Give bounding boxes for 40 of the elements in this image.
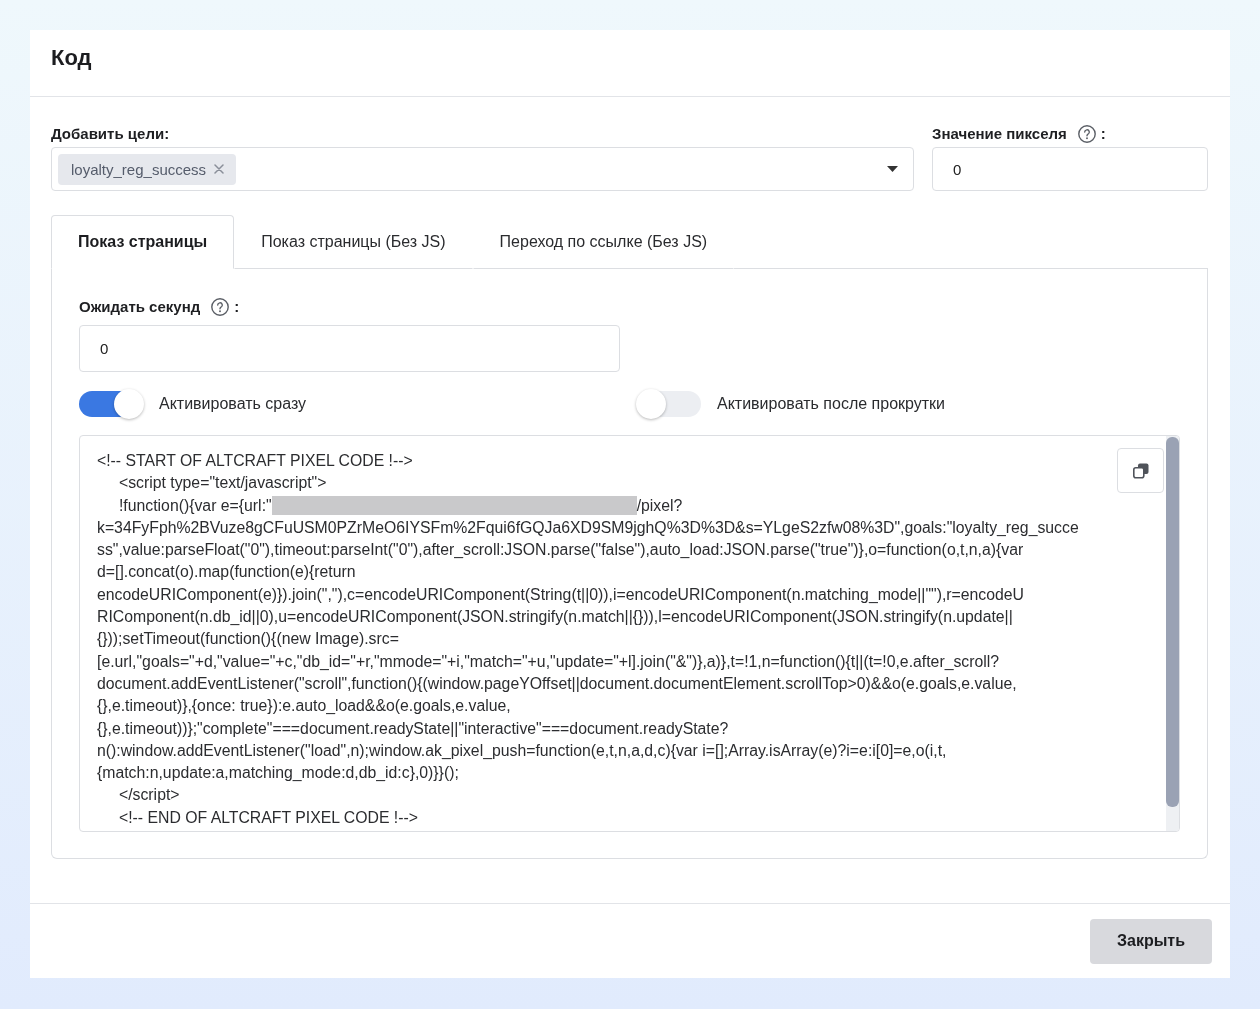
field-label: Значение пикселя (932, 125, 1067, 143)
goals-select[interactable]: loyalty_reg_success (51, 147, 914, 191)
label-colon: : (1100, 125, 1106, 143)
code-line: k=34FyFph%2BVuze8gCFuUSM0PZrMeO6IYSFm%2Fqui6fGQJa6XD9SM9jghQ%3D%3D&s=YLgeS2zfw08%3D",goals:"loyalty_reg_succe (97, 517, 1079, 538)
help-icon[interactable] (211, 298, 230, 316)
code-line: encodeURIComponent(e)}).join(","),c=encodeURIComponent(String(t||0)),i=encodeURIComponent(n.matching_mode||""),r=encodeU (97, 584, 1024, 605)
toggle-label: Активировать сразу (159, 394, 307, 414)
copy-icon[interactable] (1131, 461, 1150, 480)
code-text: /pixel? (636, 495, 683, 516)
close-button[interactable]: Закрыть (1090, 918, 1212, 964)
dialog-title: Код (51, 44, 92, 72)
caret-down-icon (887, 166, 898, 172)
code-line: d=[].concat(o).map(function(e){return (97, 562, 356, 583)
toggle-switch[interactable] (79, 391, 143, 417)
code-line: {},e.timeout)},{once: true}):e.auto_load&&o(e.goals,e.value, (97, 696, 511, 717)
code-line: <!-- START OF ALTCRAFT PIXEL CODE !--> (97, 451, 413, 471)
code-line: n():window.addEventListener("load",n);window.ak_pixel_push=function(e,t,n,a,d,c){var i=[];Array.isArray(e)?i=e:i[0]=e,o(i,t, (97, 740, 947, 761)
code-line: {}));setTimeout(function(){(new Image).src= (97, 629, 399, 650)
remove-icon[interactable] (214, 164, 225, 174)
tag-chip[interactable]: loyalty_reg_success (58, 153, 237, 185)
code-text: !function(){var e={url:" (117, 495, 272, 516)
code-line: <!-- END OF ALTCRAFT PIXEL CODE !--> (117, 807, 418, 828)
code-line: ss",value:parseFloat("0"),timeout:parseInt("0"),after_scroll:JSON.parse("false"),auto_load:JSON.parse("true")},o=function(o,t,n,a){var (97, 540, 1024, 561)
field-label: Добавить цели: (51, 125, 170, 143)
field-label: Ожидать секунд (79, 298, 201, 316)
code-line: </script> (117, 785, 180, 806)
pixel-value-input[interactable]: 0 (932, 147, 1208, 191)
code-line: {},e.timeout))};"complete"===document.readyState||"interactive"===document.readyState? (97, 718, 729, 739)
code-line: document.addEventListener("scroll",function(){(window.pageYOffset||document.documentElement.scrollTop>0)&&o(e.goals,e.value, (97, 673, 1017, 694)
toggle-switch[interactable] (637, 391, 701, 417)
toggle-label: Активировать после прокрутки (717, 394, 945, 414)
wait-seconds-input[interactable]: 0 (79, 325, 620, 372)
copy-button[interactable] (1117, 448, 1164, 493)
label-colon: : (234, 298, 240, 316)
code-line: {match:n,update:a,matching_mode:d,db_id:c},0)}}(); (97, 763, 459, 784)
code-line: <script type="text/javascript"> (117, 473, 327, 494)
help-icon[interactable] (1077, 125, 1096, 143)
code-line: RIComponent(n.db_id||0),u=encodeURIComponent(JSON.stringify(n.match||{})),l=encodeURIComponent(JSON.stringify(n.update|| (97, 607, 1013, 628)
tab[interactable]: Показ страницы (51, 215, 235, 269)
code-line: [e.url,"goals="+d,"value="+c,"db_id="+r,"mmode="+i,"match="+u,"update="+l].join("&")},a)},t=!1,n=function(){t||(t=!0,e.after_scroll? (97, 651, 1000, 672)
